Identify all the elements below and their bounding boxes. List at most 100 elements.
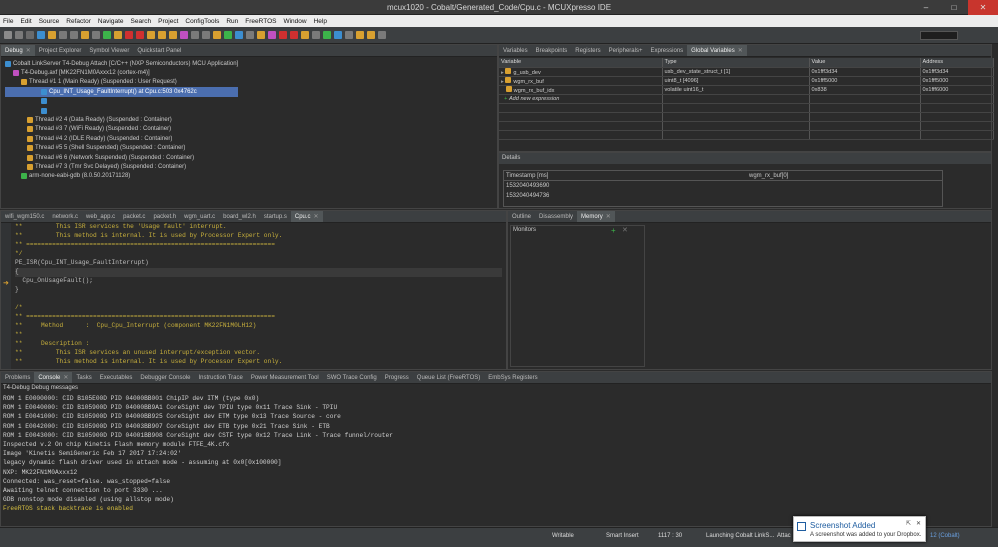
code-line[interactable]: ** =====================================… xyxy=(15,241,502,250)
tree-item-thread[interactable]: Thread #2 4 (Data Ready) (Suspended : Co… xyxy=(5,115,238,124)
tree-item-thread[interactable]: Thread #4 2 (IDLE Ready) (Suspended : Co… xyxy=(5,134,238,143)
menu-source[interactable]: Source xyxy=(39,18,60,25)
code-line[interactable]: ** This method is internal. It is used b… xyxy=(15,358,502,367)
close-icon[interactable]: ✕ xyxy=(26,47,31,54)
tree-item-launch[interactable]: Cobalt LinkServer T4-Debug Attach [C/C++… xyxy=(5,59,238,68)
skip-breakpoints-icon[interactable] xyxy=(290,31,298,39)
tab-progress[interactable]: Progress xyxy=(381,372,413,383)
tab-network[interactable]: network.c xyxy=(48,211,82,222)
close-button[interactable]: ✕ xyxy=(968,0,998,15)
tree-item-thread[interactable]: Thread #7 3 (Tmr Svc Delayed) (Suspended… xyxy=(5,162,238,171)
link-icon[interactable] xyxy=(81,31,89,39)
instruction-step-icon[interactable] xyxy=(191,31,199,39)
add-expression[interactable]: + Add new expression xyxy=(499,94,663,104)
last-edit-icon[interactable] xyxy=(378,31,386,39)
run-icon[interactable] xyxy=(323,31,331,39)
details-row[interactable]: 1532040494736 xyxy=(504,191,942,201)
restart-icon[interactable] xyxy=(180,31,188,39)
menu-refactor[interactable]: Refactor xyxy=(66,18,91,25)
tree-item-gdb[interactable]: arm-none-eabi-gdb (8.0.50.20171128) xyxy=(5,172,238,181)
menu-project[interactable]: Project xyxy=(158,18,178,25)
pin-icon[interactable] xyxy=(268,31,276,39)
resume-icon[interactable] xyxy=(103,31,111,39)
gdb-icon[interactable] xyxy=(224,31,232,39)
status-project[interactable]: 12 (Cobalt) xyxy=(930,533,960,539)
close-icon[interactable]: ✕ xyxy=(738,47,743,54)
code-line-current[interactable]: { xyxy=(15,268,502,277)
step-into-icon[interactable] xyxy=(147,31,155,39)
minimize-button[interactable]: – xyxy=(912,0,940,15)
add-expression-row[interactable]: + Add new expression xyxy=(499,94,994,104)
stepping-icon[interactable] xyxy=(92,31,100,39)
menu-file[interactable]: File xyxy=(3,18,13,25)
disconnect-icon[interactable] xyxy=(136,31,144,39)
maximize-button[interactable]: □ xyxy=(940,0,968,15)
terminal-icon[interactable] xyxy=(70,31,78,39)
tab-packet-h[interactable]: packet.h xyxy=(149,211,180,222)
tree-item-thread[interactable]: Thread #3 7 (WiFi Ready) (Suspended : Co… xyxy=(5,125,238,134)
close-icon[interactable]: ✕ xyxy=(606,213,611,220)
close-icon[interactable]: ✕ xyxy=(916,520,921,527)
step-return-icon[interactable] xyxy=(169,31,177,39)
breakpoint-icon[interactable] xyxy=(279,31,287,39)
tab-queue-list[interactable]: Queue List (FreeRTOS) xyxy=(413,372,484,383)
external-tools-icon[interactable] xyxy=(345,31,353,39)
value-header[interactable]: wgm_rx_buf[0] xyxy=(749,173,788,179)
code-line[interactable]: ** This ISR services an unused interrupt… xyxy=(15,349,502,358)
tab-wifi-wgm150[interactable]: wifi_wgm150.c xyxy=(1,211,48,222)
tab-instruction-trace[interactable]: Instruction Trace xyxy=(194,372,246,383)
flash-icon[interactable] xyxy=(235,31,243,39)
dropbox-notification[interactable]: Screenshot Added A screenshot was added … xyxy=(793,516,926,542)
timestamp-header[interactable]: Timestamp [ms] xyxy=(506,173,548,179)
build-icon[interactable] xyxy=(37,31,45,39)
tab-project-explorer[interactable]: Project Explorer xyxy=(35,45,86,56)
tab-peripherals[interactable]: Peripherals+ xyxy=(605,45,647,56)
tab-board-wl2[interactable]: board_wl2.h xyxy=(219,211,260,222)
tab-startup[interactable]: startup.s xyxy=(260,211,291,222)
tree-item-axf[interactable]: T4-Debug.axf [MK22FN1M0Axxx12 (cortex-m4… xyxy=(5,68,238,77)
code-line[interactable]: ** This method is internal. It is used b… xyxy=(15,232,502,241)
menu-configtools[interactable]: ConfigTools xyxy=(185,18,219,25)
tab-problems[interactable]: Problems xyxy=(1,372,34,383)
tab-tasks[interactable]: Tasks xyxy=(72,372,95,383)
add-monitor-icon[interactable]: + xyxy=(611,226,616,235)
code-line[interactable]: Cpu_OnUsageFault(); xyxy=(15,277,502,286)
terminate-icon[interactable] xyxy=(125,31,133,39)
debug-icon[interactable] xyxy=(334,31,342,39)
tab-web-app[interactable]: web_app.c xyxy=(82,211,119,222)
tab-global-variables[interactable]: Global Variables ✕ xyxy=(687,45,747,56)
tab-breakpoints[interactable]: Breakpoints xyxy=(532,45,572,56)
menu-help[interactable]: Help xyxy=(314,18,327,25)
tab-debugger-console[interactable]: Debugger Console xyxy=(136,372,194,383)
code-area[interactable]: ** This ISR services the 'Usage fault' i… xyxy=(15,223,502,367)
drop-frame-icon[interactable] xyxy=(202,31,210,39)
tree-item-thread[interactable]: Thread #6 6 (Network Suspended) (Suspend… xyxy=(5,153,238,162)
menu-run[interactable]: Run xyxy=(226,18,238,25)
code-line[interactable]: ** Method : Cpu_Cpu_Interrupt (component… xyxy=(15,322,502,331)
tree-item-frame-blank[interactable] xyxy=(5,97,238,106)
tab-quickstart-panel[interactable]: Quickstart Panel xyxy=(133,45,185,56)
clean-icon[interactable] xyxy=(48,31,56,39)
gear-icon[interactable] xyxy=(213,31,221,39)
tree-item-frame[interactable]: Cpu_INT_Usage_FaultInterrupt() at Cpu.c:… xyxy=(5,87,239,97)
tab-power-measurement[interactable]: Power Measurement Tool xyxy=(247,372,323,383)
column-header-type[interactable]: Type xyxy=(662,58,810,68)
step-over-icon[interactable] xyxy=(158,31,166,39)
tab-cpu-c[interactable]: Cpu.c ✕ xyxy=(290,211,323,222)
forward-icon[interactable] xyxy=(367,31,375,39)
menu-freertos[interactable]: FreeRTOS xyxy=(245,18,276,25)
close-icon[interactable]: ✕ xyxy=(314,213,319,220)
code-line[interactable]: ** xyxy=(15,331,502,340)
column-header-address[interactable]: Address xyxy=(920,58,994,68)
annotation-icon[interactable] xyxy=(312,31,320,39)
tab-wgm-uart[interactable]: wgm_uart.c xyxy=(180,211,219,222)
menu-navigate[interactable]: Navigate xyxy=(98,18,124,25)
code-line[interactable]: } xyxy=(15,286,502,295)
code-line[interactable]: /* xyxy=(15,304,502,313)
suspend-icon[interactable] xyxy=(114,31,122,39)
new-icon[interactable] xyxy=(4,31,12,39)
tab-swo-trace-config[interactable]: SWO Trace Config xyxy=(323,372,381,383)
table-row[interactable]: ▸ g_usb_dev usb_dev_state_struct_t [1] 0… xyxy=(499,67,994,77)
table-row[interactable]: ▸ wgm_rx_buf uint8_t [4096] 0x1fff5000 0… xyxy=(499,76,994,86)
table-row[interactable]: wgm_rx_buf_idx volatile uint16_t 0x838 0… xyxy=(499,85,994,95)
